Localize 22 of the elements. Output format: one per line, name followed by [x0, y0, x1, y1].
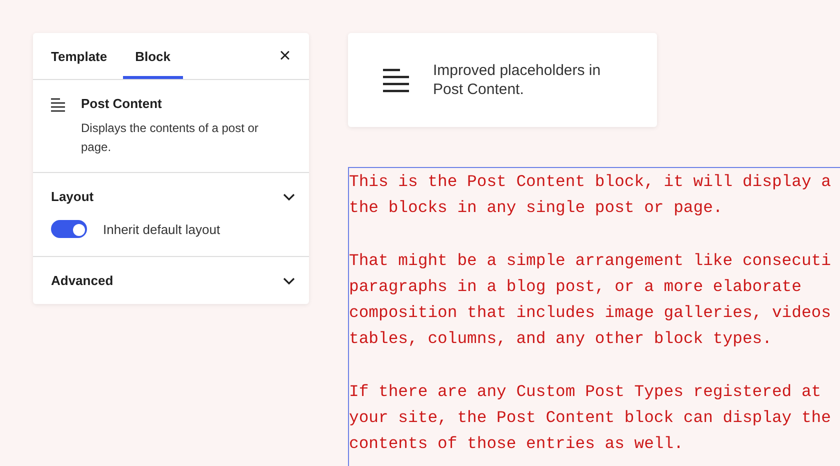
close-button[interactable]: × [267, 33, 303, 79]
sidebar-tab[interactable]: Template [39, 33, 120, 79]
panel-header[interactable]: Advanced [33, 257, 309, 304]
content-line: This is the Post Content block, it will display a [349, 171, 832, 193]
content-line: That might be a simple arrangement like consecuti [349, 250, 832, 272]
note-text: Improved placeholders in Post Content. [433, 60, 602, 100]
block-description: Displays the contents of a post or page. [81, 120, 260, 156]
content-line: contents of those entries as well. [349, 433, 684, 456]
content-line: the blocks in any single post or page. [349, 197, 724, 220]
content-line: tables, columns, and any other block types. [349, 328, 773, 350]
chevron-icon [283, 276, 295, 285]
toggle-label: Inherit default layout [103, 222, 220, 237]
content-line: composition that includes image galleries, videos [349, 302, 832, 324]
panel-header[interactable]: Layout [33, 173, 309, 220]
content-line: paragraphs in a blog post, or a more elaborate [349, 276, 802, 298]
block-title: Post Content [81, 96, 163, 111]
block-icon [51, 98, 65, 112]
sidebar-tab[interactable]: Block [123, 33, 183, 79]
toggle-switch[interactable] [51, 220, 87, 238]
chevron-icon [283, 192, 295, 201]
content-line: your site, the Post Content block can display the [349, 407, 832, 430]
content-line: If there are any Custom Post Types registered at [349, 380, 822, 403]
